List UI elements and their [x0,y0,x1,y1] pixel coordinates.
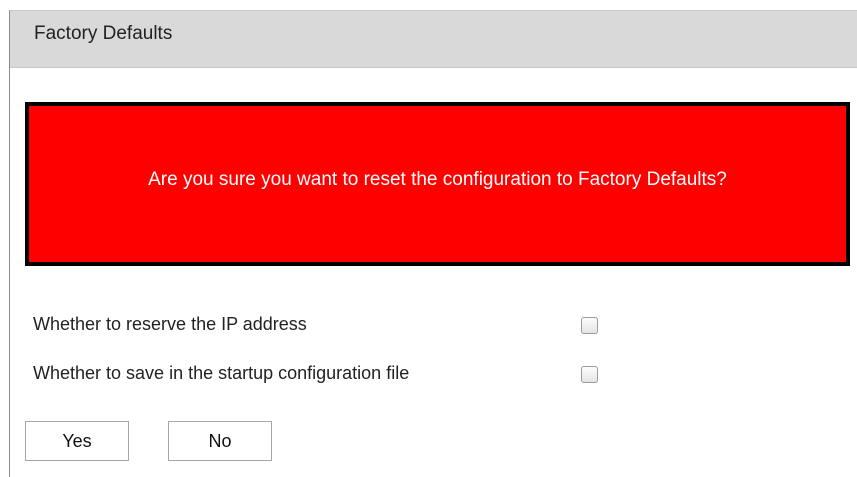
warning-message: Are you sure you want to reset the confi… [148,169,727,190]
factory-defaults-panel: Factory Defaults Are you sure you want t… [9,10,857,477]
option-save-startup-config: Whether to save in the startup configura… [10,361,610,389]
save-startup-config-label: Whether to save in the startup configura… [33,363,410,383]
option-reserve-ip: Whether to reserve the IP address [10,312,610,340]
save-startup-config-checkbox[interactable] [581,366,598,383]
no-button[interactable]: No [168,421,272,461]
yes-button[interactable]: Yes [25,421,129,461]
reserve-ip-label: Whether to reserve the IP address [33,314,307,334]
panel-header: Factory Defaults [10,11,857,68]
warning-box: Are you sure you want to reset the confi… [25,102,850,266]
page-title: Factory Defaults [34,23,173,44]
reserve-ip-checkbox[interactable] [581,317,598,334]
